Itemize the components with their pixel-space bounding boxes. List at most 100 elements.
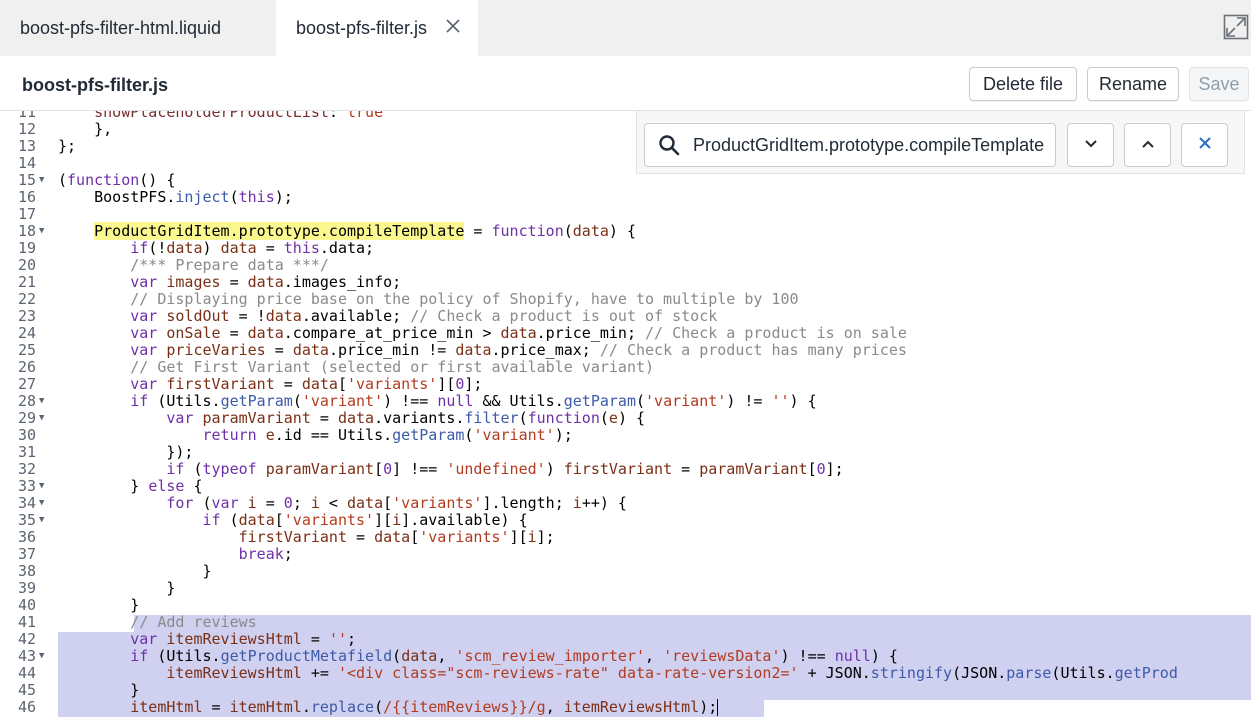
fold-arrow-icon[interactable]: ▼ bbox=[39, 172, 49, 189]
code-text: if (Utils.getProductMetafield(data, 'scm… bbox=[130, 647, 898, 665]
code-line: 36 firstVariant = data['variants'][i]; bbox=[0, 529, 1251, 546]
code-text: (function() { bbox=[58, 171, 176, 189]
fold-arrow-icon[interactable]: ▼ bbox=[39, 393, 49, 410]
line-number: 12 bbox=[17, 120, 36, 138]
fold-arrow-icon[interactable]: ▼ bbox=[39, 223, 49, 240]
code-line: 31 }); bbox=[0, 444, 1251, 461]
code-line: 45 } bbox=[0, 682, 1251, 699]
code-text: var itemReviewsHtml = ''; bbox=[130, 630, 357, 648]
line-number: 41 bbox=[17, 613, 36, 631]
tab-boost-pfs-filter-js[interactable]: boost-pfs-filter.js bbox=[276, 0, 478, 56]
line-number: 18 bbox=[17, 222, 36, 240]
line-number: 23 bbox=[17, 307, 36, 325]
code-text: if (Utils.getParam('variant') !== null &… bbox=[130, 392, 817, 410]
code-line: 28 ▼ if (Utils.getParam('variant') !== nu… bbox=[0, 393, 1251, 410]
search-query: ProductGridItem.prototype.compileTemplat… bbox=[693, 134, 1045, 155]
fold-arrow-icon[interactable]: ▼ bbox=[39, 478, 49, 495]
line-number: 25 bbox=[17, 341, 36, 359]
code-line: 32 if (typeof paramVariant[0] !== 'undef… bbox=[0, 461, 1251, 478]
tab-label: boost-pfs-filter-html.liquid bbox=[20, 17, 222, 38]
code-text: var paramVariant = data.variants.filter(… bbox=[166, 409, 646, 427]
fold-arrow-icon[interactable]: ▼ bbox=[39, 410, 49, 427]
code-text: }); bbox=[58, 443, 194, 461]
code-text: break; bbox=[238, 545, 293, 563]
code-line: 35 ▼ if (data['variants'][i].available) { bbox=[0, 512, 1251, 529]
search-match-highlight: ProductGridItem.prototype.compileTemplat… bbox=[94, 222, 465, 240]
code-line: 41 // Add reviews bbox=[0, 614, 1251, 631]
line-number: 15 bbox=[17, 171, 36, 189]
code-text: return e.id == Utils.getParam('variant')… bbox=[202, 426, 573, 444]
line-number: 42 bbox=[17, 630, 36, 648]
code-line: 24 var onSale = data.compare_at_price_mi… bbox=[0, 325, 1251, 342]
line-number: 46 bbox=[17, 698, 36, 716]
code-line: 30 return e.id == Utils.getParam('varian… bbox=[0, 427, 1251, 444]
code-line: 42 var itemReviewsHtml = ''; bbox=[0, 631, 1251, 648]
expand-icon[interactable] bbox=[1223, 14, 1249, 40]
delete-file-button[interactable]: Delete file bbox=[969, 67, 1077, 101]
code-line: 18 ▼ ProductGridItem.prototype.compileTem… bbox=[0, 222, 1251, 240]
line-number: 24 bbox=[17, 324, 36, 342]
line-number: 43 bbox=[17, 647, 36, 665]
file-title: boost-pfs-filter.js bbox=[22, 75, 169, 95]
code-text: } bbox=[58, 681, 140, 699]
line-number: 36 bbox=[17, 528, 36, 546]
code-text: itemReviewsHtml += '<div class="scm-revi… bbox=[166, 664, 1178, 682]
code-text: ProductGridItem.prototype.compileTemplat… bbox=[94, 222, 636, 240]
code-text: for (var i = 0; i < data['variants'].len… bbox=[166, 494, 627, 512]
code-line: 15 ▼ (function() { bbox=[0, 172, 1251, 189]
fold-arrow-icon[interactable]: ▼ bbox=[39, 648, 49, 665]
line-number: 20 bbox=[17, 256, 36, 274]
code-text: }; bbox=[58, 137, 77, 155]
code-text: var soldOut = !data.available; // Check … bbox=[130, 307, 718, 325]
line-number: 35 bbox=[17, 511, 36, 529]
line-number: 14 bbox=[17, 154, 36, 172]
code-text: var images = data.images_info; bbox=[130, 273, 402, 291]
code-line: 29 ▼ var paramVariant = data.variants.fil… bbox=[0, 410, 1251, 427]
save-button[interactable]: Save bbox=[1189, 67, 1249, 101]
text-cursor bbox=[717, 699, 719, 716]
code-line: 26 // Get First Variant (selected or fir… bbox=[0, 359, 1251, 376]
code-text: // Add reviews bbox=[58, 613, 257, 631]
line-number: 27 bbox=[17, 375, 36, 393]
search-icon bbox=[645, 123, 693, 167]
line-number: 44 bbox=[17, 664, 36, 682]
code-editor[interactable]: 11 showPlaceholderProductList: true 12 }… bbox=[0, 111, 1251, 728]
next-match-button[interactable] bbox=[1067, 123, 1114, 167]
code-line: 25 var priceVaries = data.price_min != d… bbox=[0, 342, 1251, 359]
close-icon[interactable] bbox=[444, 17, 462, 35]
rename-button[interactable]: Rename bbox=[1087, 67, 1179, 101]
code-line: 40 } bbox=[0, 597, 1251, 614]
fold-arrow-icon[interactable]: ▼ bbox=[39, 495, 49, 512]
tab-boost-pfs-filter-html-liquid[interactable]: boost-pfs-filter-html.liquid bbox=[0, 0, 276, 56]
line-number: 38 bbox=[17, 562, 36, 580]
code-text: var onSale = data.compare_at_price_min >… bbox=[130, 324, 907, 342]
close-search-button[interactable] bbox=[1181, 123, 1228, 167]
search-input[interactable]: ProductGridItem.prototype.compileTemplat… bbox=[644, 123, 1056, 167]
line-number: 13 bbox=[17, 137, 36, 155]
chevron-down-icon bbox=[1084, 136, 1098, 154]
code-line: 33 ▼ } else { bbox=[0, 478, 1251, 495]
code-line: 16 BoostPFS.inject(this); bbox=[0, 189, 1251, 206]
search-panel: ProductGridItem.prototype.compileTemplat… bbox=[636, 111, 1245, 174]
code-line: 17 bbox=[0, 206, 1251, 223]
code-line: 19 if(!data) data = this.data; bbox=[0, 240, 1251, 257]
code-text: }, bbox=[58, 120, 113, 138]
line-number: 26 bbox=[17, 358, 36, 376]
code-line: 23 var soldOut = !data.available; // Che… bbox=[0, 308, 1251, 325]
fold-arrow-icon[interactable]: ▼ bbox=[39, 512, 49, 529]
line-number: 40 bbox=[17, 596, 36, 614]
line-number: 45 bbox=[17, 681, 36, 699]
chevron-up-icon bbox=[1141, 136, 1155, 154]
code-line: 22 // Displaying price base on the polic… bbox=[0, 291, 1251, 308]
previous-match-button[interactable] bbox=[1124, 123, 1171, 167]
line-number: 31 bbox=[17, 443, 36, 461]
line-number: 30 bbox=[17, 426, 36, 444]
code-text: } bbox=[58, 562, 212, 580]
code-text: if(!data) data = this.data; bbox=[130, 239, 375, 257]
code-line: 38 } bbox=[0, 563, 1251, 580]
code-line: 39 } bbox=[0, 580, 1251, 597]
line-number: 29 bbox=[17, 409, 36, 427]
line-number: 19 bbox=[17, 239, 36, 257]
code-text: firstVariant = data['variants'][i]; bbox=[238, 528, 555, 546]
code-text: if (data['variants'][i].available) { bbox=[202, 511, 528, 529]
